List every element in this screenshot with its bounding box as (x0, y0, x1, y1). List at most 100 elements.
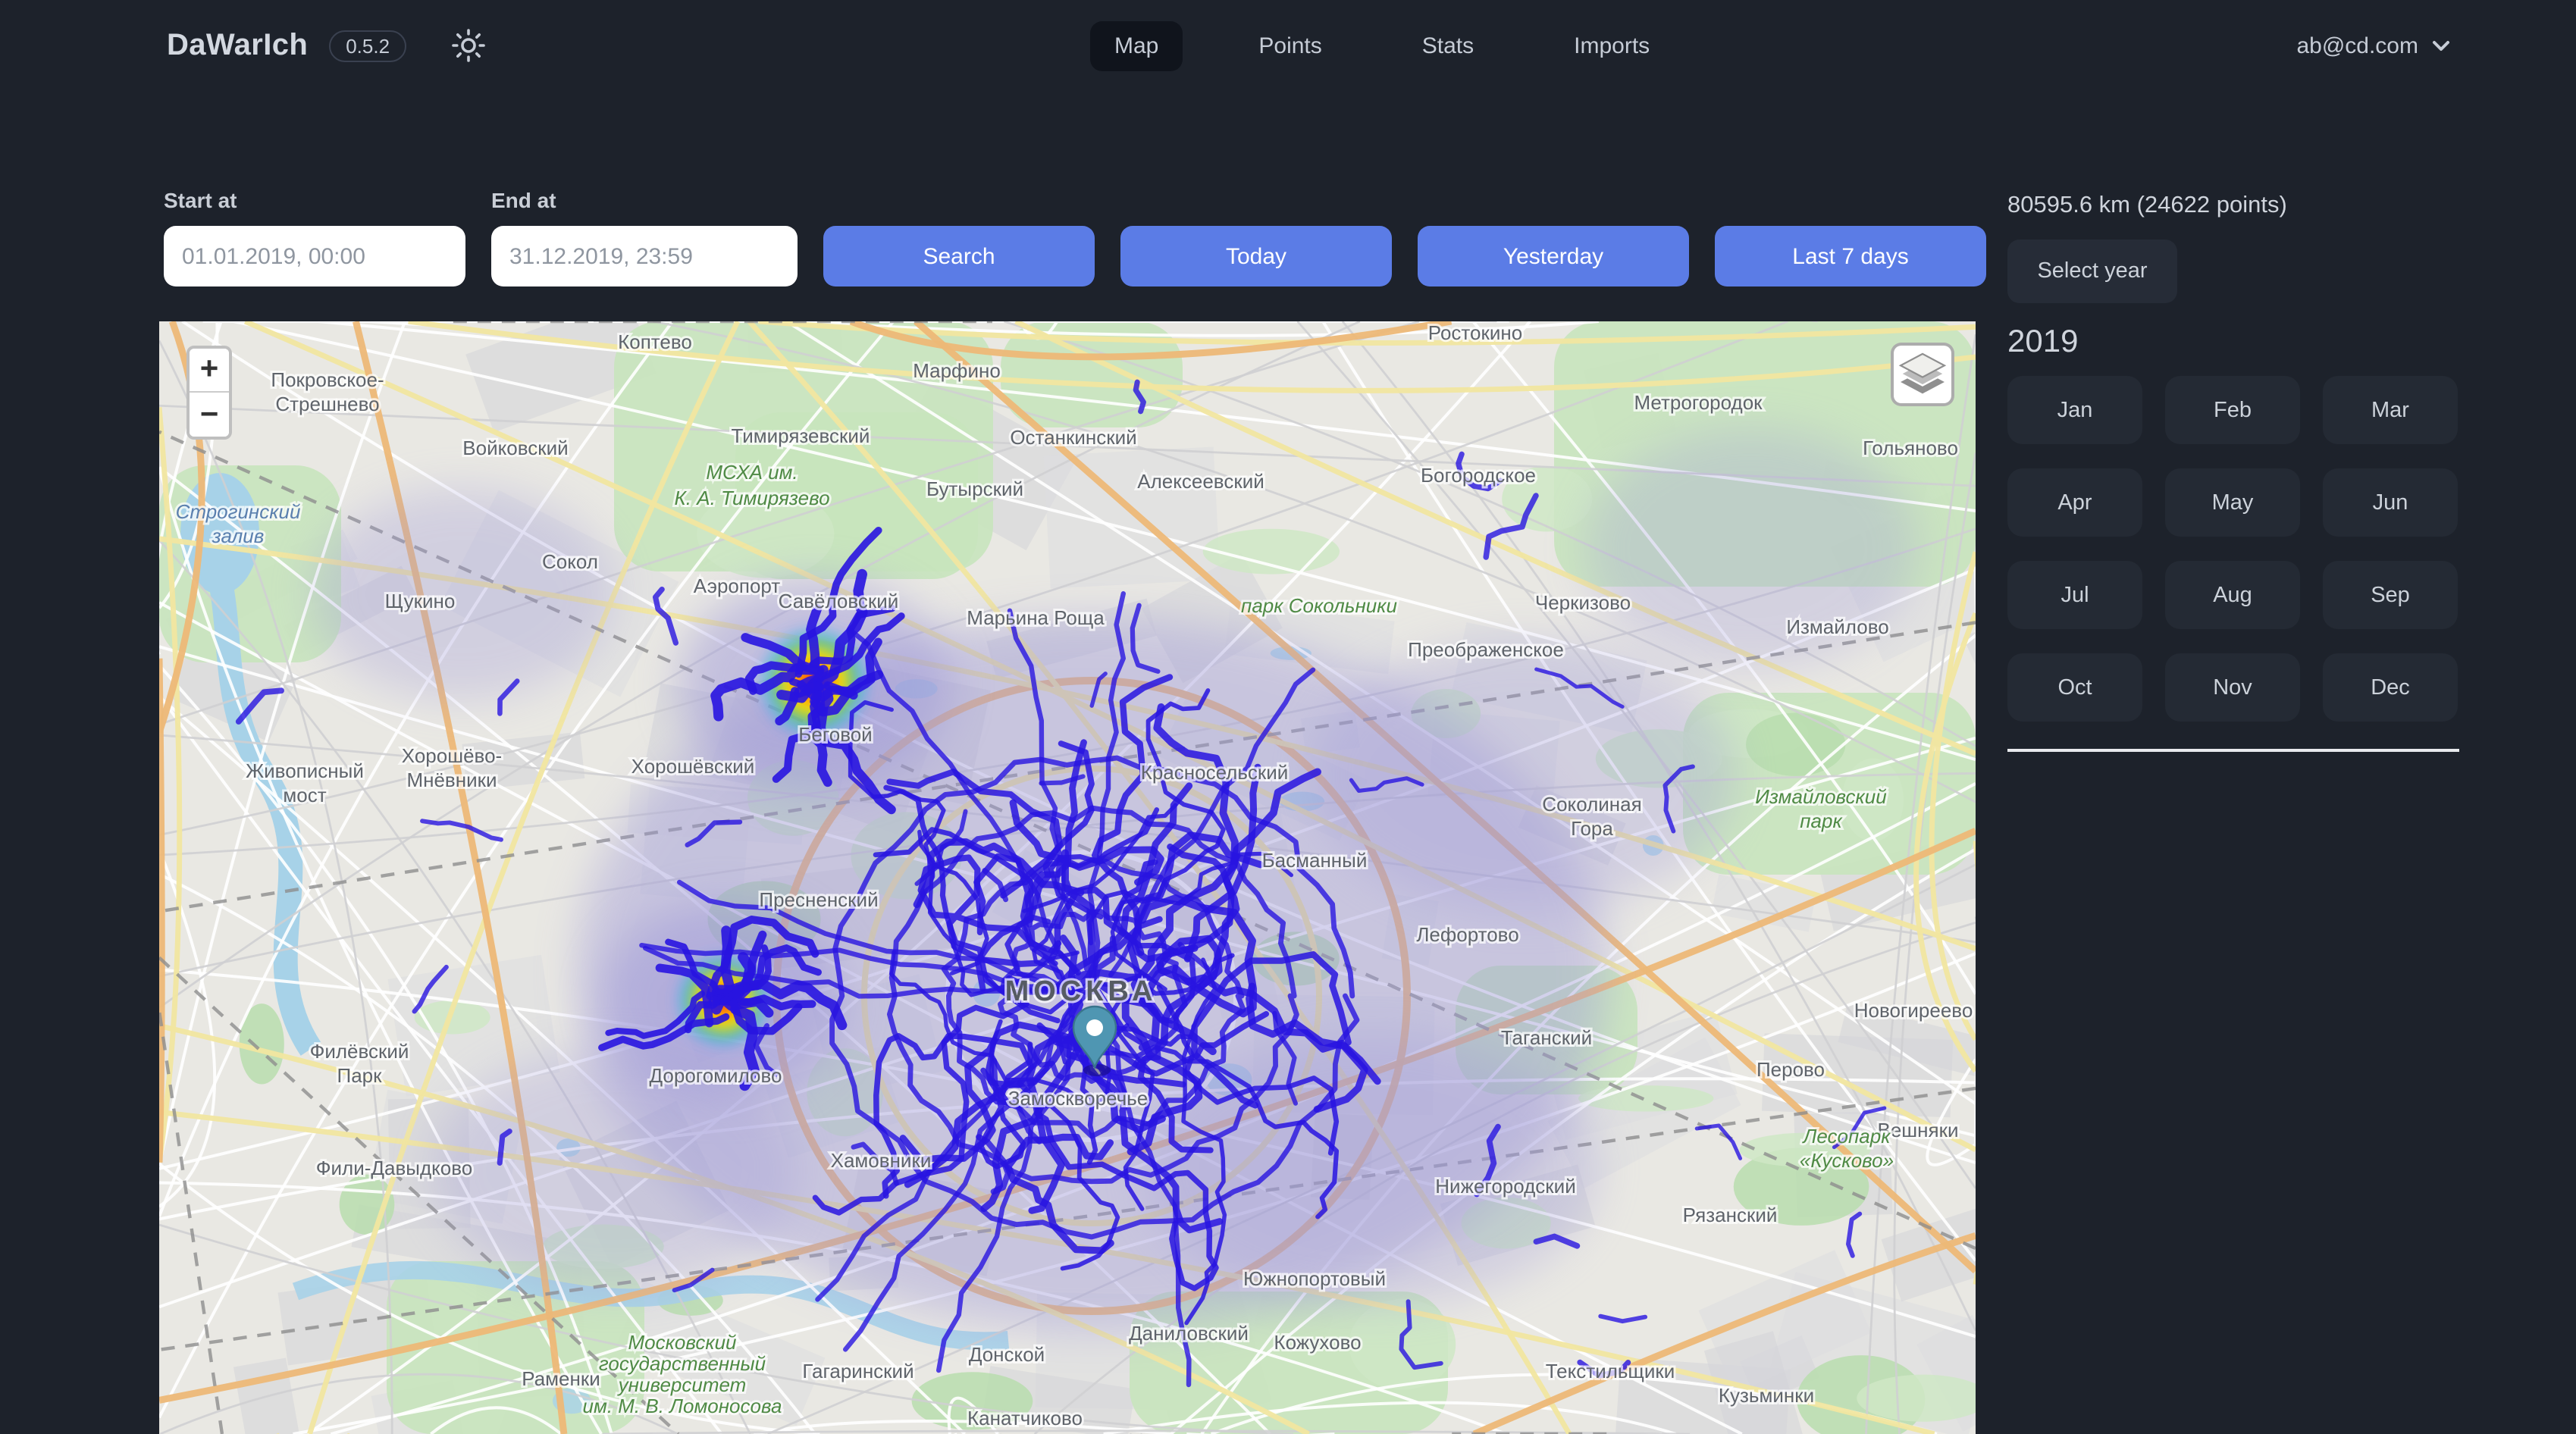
month-button[interactable]: Jan (2007, 376, 2142, 444)
map-label: университет (617, 1373, 747, 1396)
map-label: Беговой (798, 723, 872, 746)
map-label: залив (212, 524, 265, 547)
user-email: ab@cd.com (2296, 33, 2418, 58)
sidebar: 80595.6 km (24622 points) Select year 20… (2007, 193, 2459, 752)
map-zoom-control: + − (186, 346, 232, 440)
select-year-button[interactable]: Select year (2007, 240, 2177, 303)
map-label: Коптево (618, 330, 692, 353)
map-label: парк (1800, 809, 1843, 832)
start-at-field: Start at (164, 188, 465, 286)
map-label: Дорогомилово (650, 1064, 782, 1087)
month-button[interactable]: Jun (2323, 468, 2458, 537)
map-label: Тимирязевский (732, 424, 870, 447)
map-label: Фили-Давыдково (316, 1157, 473, 1179)
map-label: Гольяново (1863, 437, 1958, 459)
map-label: Раменки (522, 1367, 600, 1390)
map-label: Красносельский (1141, 761, 1289, 784)
month-button[interactable]: Nov (2165, 653, 2300, 722)
map-label: Перово (1757, 1058, 1825, 1081)
map-label: Хорошёвский (631, 755, 755, 778)
map-label: Строгинский (176, 500, 301, 523)
map-label: Филёвский (310, 1040, 409, 1063)
nav-tab[interactable]: Stats (1398, 20, 1498, 70)
nav-tab[interactable]: Points (1234, 20, 1346, 70)
map-label: МОСКВА (1005, 975, 1158, 1007)
map-label: Пресненский (759, 888, 878, 911)
map-label: Нижегородский (1435, 1175, 1575, 1198)
map-label: К. А. Тимирязево (674, 487, 829, 509)
month-button[interactable]: Apr (2007, 468, 2142, 537)
map-label: Хорошёво- (402, 744, 502, 767)
end-at-input[interactable] (491, 226, 798, 286)
month-button[interactable]: Feb (2165, 376, 2300, 444)
map-label: Гора (1571, 817, 1613, 840)
map-label: Живописный (246, 759, 364, 782)
end-at-field: End at (491, 188, 798, 286)
map-label: Московский (628, 1331, 736, 1354)
app-logo[interactable]: DaWarIch (167, 28, 308, 63)
map-label: Ростокино (1428, 321, 1522, 344)
nav-tab[interactable]: Imports (1550, 20, 1674, 70)
chevron-down-icon (2430, 35, 2452, 56)
map-label: Южнопортовый (1243, 1267, 1386, 1290)
map-label: Соколиная (1542, 793, 1641, 816)
zoom-out-button[interactable]: − (190, 393, 229, 437)
map-label: Хамовники (831, 1149, 932, 1172)
map-label: Лефортово (1416, 923, 1518, 946)
nav-tab[interactable]: Map (1090, 20, 1183, 70)
filter-button[interactable]: Last 7 days (1715, 226, 1986, 286)
sun-icon (452, 29, 485, 62)
zoom-in-button[interactable]: + (190, 349, 229, 393)
filter-buttons: Search Today Yesterday Last 7 days (823, 226, 1986, 286)
year-heading: 2019 (2007, 324, 2459, 361)
map-label: Покровское- (271, 368, 384, 391)
start-at-label: Start at (164, 188, 465, 212)
map-label: Рязанский (1683, 1204, 1778, 1226)
distance-stats: 80595.6 km (24622 points) (2007, 193, 2459, 220)
map-label: Богородское (1421, 464, 1536, 487)
map-label: им. М. В. Ломоносова (583, 1395, 782, 1417)
month-button[interactable]: Aug (2165, 561, 2300, 629)
map-label: Парк (337, 1064, 383, 1087)
filter-button[interactable]: Today (1120, 226, 1392, 286)
month-button[interactable]: May (2165, 468, 2300, 537)
page: DaWarIch 0.5.2 Map Points Stats Imports ab@… (0, 0, 2576, 1434)
map-label: Бутырский (926, 477, 1023, 500)
month-button[interactable]: Oct (2007, 653, 2142, 722)
map-label: Марфино (913, 359, 1001, 382)
version-badge: 0.5.2 (329, 30, 406, 61)
map-label: Канатчиково (967, 1407, 1083, 1429)
map-label: Гагаринский (802, 1360, 914, 1382)
map-label: Сокол (542, 550, 598, 573)
brand: DaWarIch 0.5.2 (167, 28, 485, 63)
theme-toggle[interactable] (452, 29, 485, 62)
month-grid: Jan Feb Mar Apr May Jun Jul Aug Sep Oct Nov Dec (2007, 376, 2459, 722)
map-label: «Кусково» (1800, 1149, 1894, 1172)
map-label: Басманный (1262, 849, 1368, 872)
map-label: Останкинский (1010, 426, 1136, 449)
user-menu[interactable]: ab@cd.com (2296, 33, 2452, 58)
month-button[interactable]: Dec (2323, 653, 2458, 722)
map-label: Щукино (385, 590, 456, 612)
map-label: Преображенское (1408, 638, 1564, 661)
month-button[interactable]: Mar (2323, 376, 2458, 444)
map-label: мост (283, 784, 326, 806)
end-at-label: End at (491, 188, 798, 212)
map-canvas[interactable]: Покровское-СтрешневоКоптевоВойковскийТим… (159, 321, 1976, 1434)
map-label: Даниловский (1129, 1322, 1249, 1345)
map-label: Таганский (1501, 1026, 1592, 1049)
map-layers-control[interactable] (1891, 343, 1954, 406)
filter-button[interactable]: Search (823, 226, 1095, 286)
month-button[interactable]: Sep (2323, 561, 2458, 629)
start-at-input[interactable] (164, 226, 465, 286)
navbar: DaWarIch 0.5.2 Map Points Stats Imports ab@… (0, 0, 2576, 91)
month-button[interactable]: Jul (2007, 561, 2142, 629)
map-label: Стрешнево (275, 393, 379, 415)
map-label: Мнёвники (406, 769, 497, 791)
filter-bar: Start at End at Search Today Yesterday Last… (164, 188, 1986, 286)
filter-button[interactable]: Yesterday (1418, 226, 1689, 286)
map-label: Новогиреево (1854, 999, 1973, 1022)
map-container[interactable]: Покровское-СтрешневоКоптевоВойковскийТим… (159, 321, 1976, 1434)
map-label: Алексеевский (1137, 470, 1264, 493)
sidebar-divider (2007, 749, 2459, 752)
